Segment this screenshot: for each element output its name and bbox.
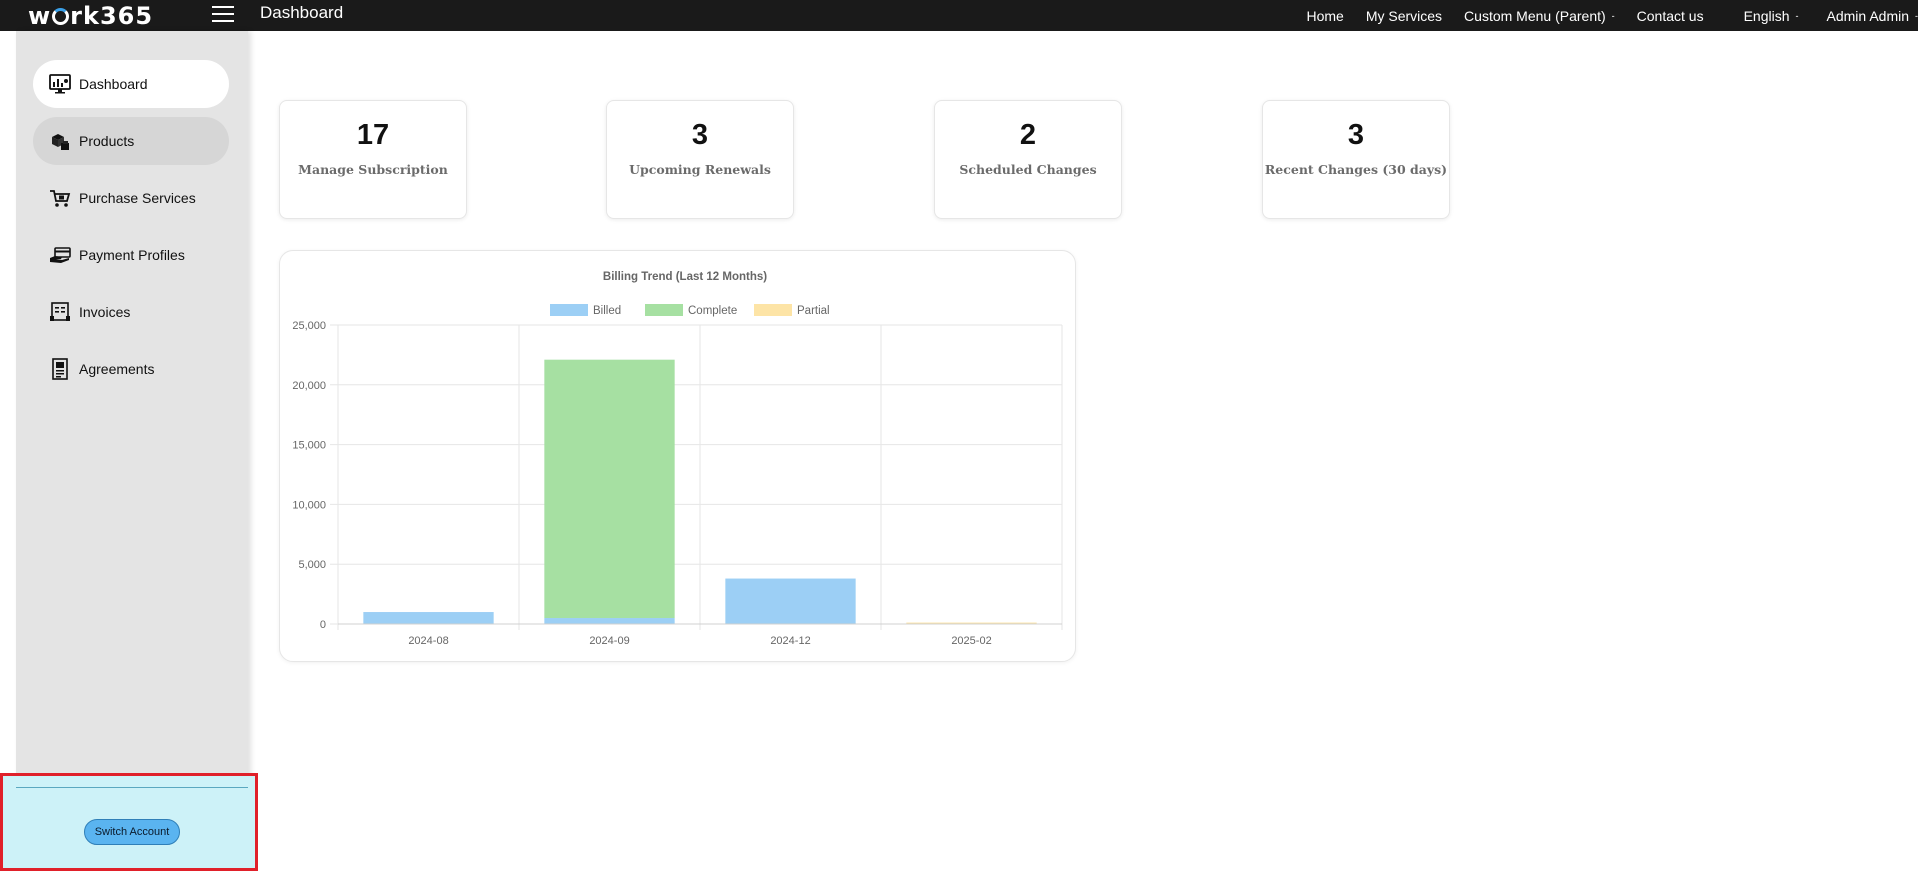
stat-card-scheduled-changes[interactable]: 2 Scheduled Changes [934, 100, 1122, 219]
stat-label: Recent Changes (30 days) [1264, 162, 1448, 177]
y-tick-label: 20,000 [292, 380, 326, 392]
stat-card-manage-subscription[interactable]: 17 Manage Subscription [279, 100, 467, 219]
sidebar-item-invoices[interactable]: Invoices [33, 288, 229, 336]
x-tick-label: 2024-12 [770, 635, 810, 647]
sidebar-item-purchase-services[interactable]: Purchase Services [33, 174, 229, 222]
legend-label-billed: Billed [593, 305, 621, 317]
chart-title: Billing Trend (Last 12 Months) [603, 271, 767, 283]
nav-admin-admin[interactable]: Admin Admin - [1827, 8, 1918, 24]
legend-swatch-complete [645, 304, 683, 316]
nav-home[interactable]: Home [1306, 8, 1343, 24]
stat-card-recent-changes[interactable]: 3 Recent Changes (30 days) [1262, 100, 1450, 219]
sidebar-item-label: Dashboard [79, 76, 148, 92]
dropdown-caret-icon: - [1795, 10, 1799, 21]
sidebar-item-label: Agreements [79, 361, 155, 377]
nav-custom-menu-parent[interactable]: Custom Menu (Parent) - [1464, 8, 1615, 24]
invoice-icon [49, 301, 71, 323]
x-tick-label: 2024-09 [589, 635, 629, 647]
dashboard-monitor-icon [49, 73, 71, 95]
logo-text-right: rk365 [70, 1, 154, 30]
y-tick-label: 0 [320, 619, 326, 631]
hamburger-menu-icon[interactable] [212, 6, 234, 24]
bar-complete-2024-09 [544, 359, 675, 619]
logo-text-left: w [28, 1, 52, 30]
stat-label: Upcoming Renewals [629, 162, 771, 177]
stat-value: 3 [691, 119, 709, 151]
legend-label-partial: Partial [797, 305, 830, 317]
sidebar-item-dashboard[interactable]: Dashboard [33, 60, 229, 108]
bar-billed-2024-12 [725, 578, 856, 624]
sidebar-item-label: Purchase Services [79, 190, 196, 206]
nav-label: My Services [1365, 7, 1443, 24]
dropdown-caret-icon: - [1611, 10, 1615, 21]
sidebar-item-products[interactable]: Products [33, 117, 229, 165]
nav-my-services[interactable]: My Services [1366, 8, 1442, 24]
bar-billed-2024-09 [544, 618, 675, 624]
agreement-document-icon [49, 358, 71, 380]
page-title: Dashboard [260, 3, 344, 22]
switch-account-panel: Switch Account [0, 773, 258, 871]
nav-label: Home [1306, 7, 1344, 24]
stat-label: Manage Subscription [298, 162, 448, 177]
y-tick-label: 5,000 [298, 559, 326, 571]
sidebar-item-payment-profiles[interactable]: Payment Profiles [33, 231, 229, 279]
stat-card-upcoming-renewals[interactable]: 3 Upcoming Renewals [606, 100, 794, 219]
sidebar-item-label: Invoices [79, 304, 131, 320]
billing-trend-chart-card: Billing Trend (Last 12 Months) Billed Comp… [279, 250, 1076, 662]
nav-label: English [1743, 7, 1790, 24]
sidebar: Dashboard Products Purchase Services Pay… [16, 31, 248, 871]
hand-card-icon [49, 244, 71, 266]
top-navbar: w rk365 Dashboard Home My Services Custom M… [0, 0, 1918, 31]
top-nav-menu: Home My Services Custom Menu (Parent) - Cont… [1306, 0, 1918, 31]
switch-account-button[interactable]: Switch Account [84, 819, 180, 845]
stat-value: 17 [356, 119, 390, 151]
legend-swatch-billed [550, 304, 588, 316]
products-boxes-icon [49, 130, 71, 152]
legend-swatch-partial [754, 304, 792, 316]
nav-english[interactable]: English - [1744, 8, 1799, 24]
divider [16, 787, 248, 788]
nav-label: Custom Menu (Parent) [1464, 7, 1606, 24]
nav-label: Contact us [1636, 7, 1704, 24]
nav-contact-us[interactable]: Contact us [1637, 8, 1704, 24]
work365-logo[interactable]: w rk365 [28, 0, 153, 31]
logo-ring-icon [52, 8, 70, 25]
sidebar-item-label: Products [79, 133, 135, 149]
shopping-cart-icon [49, 187, 71, 209]
x-tick-label: 2024-08 [408, 635, 448, 647]
y-tick-label: 15,000 [292, 440, 326, 452]
y-tick-label: 25,000 [292, 320, 326, 332]
stat-value: 3 [1347, 119, 1365, 151]
bar-billed-2024-08 [363, 612, 494, 624]
stat-value: 2 [1019, 119, 1037, 151]
sidebar-item-agreements[interactable]: Agreements [33, 345, 229, 393]
billing-trend-chart: Billing Trend (Last 12 Months) Billed Comp… [292, 271, 1063, 647]
legend-label-complete: Complete [688, 305, 737, 317]
stat-label: Scheduled Changes [959, 162, 1097, 177]
sidebar-item-label: Payment Profiles [79, 247, 185, 263]
x-tick-label: 2025-02 [951, 635, 991, 647]
nav-label: Admin Admin [1826, 7, 1909, 24]
y-tick-label: 10,000 [292, 499, 326, 511]
